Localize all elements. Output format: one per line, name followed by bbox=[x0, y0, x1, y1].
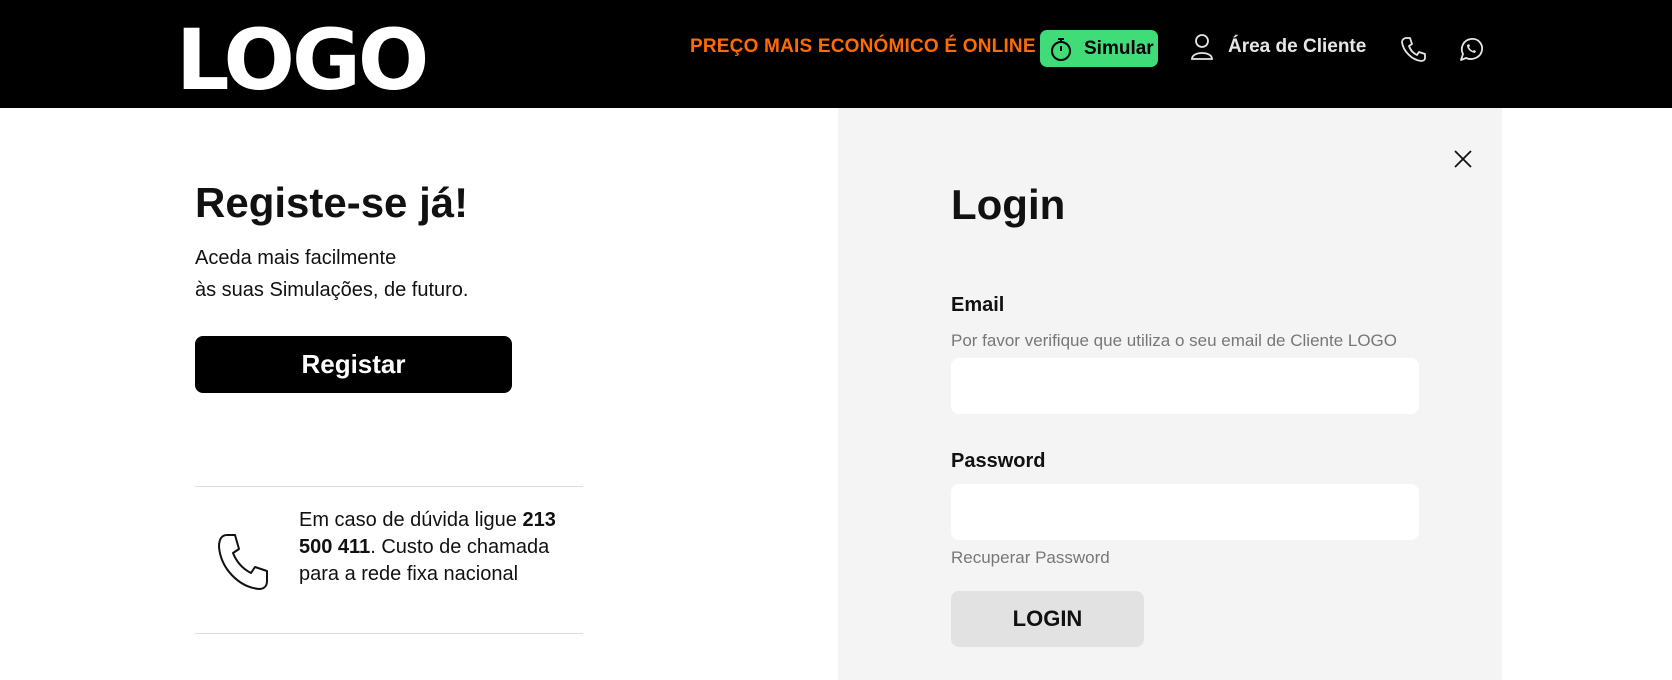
register-subtitle-line1: Aceda mais facilmente bbox=[195, 247, 397, 270]
area-cliente-link[interactable]: Área de Cliente bbox=[1190, 33, 1366, 61]
stopwatch-icon bbox=[1048, 36, 1074, 62]
register-subtitle-line2: às suas Simulações, de futuro. bbox=[195, 279, 469, 302]
help-box: Em caso de dúvida ligue 213 500 411. Cus… bbox=[195, 486, 583, 634]
help-text: Em caso de dúvida ligue 213 500 411. Cus… bbox=[299, 507, 569, 588]
email-label: Email bbox=[951, 294, 1005, 316]
register-section: Registe-se já! Aceda mais facilmente às … bbox=[195, 179, 469, 306]
top-navigation-bar: LOGO PREÇO MAIS ECONÓMICO É ONLINE Simul… bbox=[0, 0, 1672, 108]
login-button[interactable]: LOGIN bbox=[951, 591, 1144, 647]
email-field[interactable] bbox=[951, 358, 1419, 414]
register-subtitle: Aceda mais facilmente às suas Simulações… bbox=[195, 242, 468, 306]
email-hint: Por favor verifique que utiliza o seu em… bbox=[951, 331, 1398, 350]
password-label: Password bbox=[951, 450, 1046, 472]
simular-label: Simular bbox=[1084, 37, 1154, 59]
promo-text: PREÇO MAIS ECONÓMICO É ONLINE bbox=[690, 36, 1036, 57]
close-icon[interactable] bbox=[1452, 148, 1474, 170]
login-title: Login bbox=[951, 181, 1066, 228]
recover-password-link[interactable]: Recuperar Password bbox=[951, 548, 1110, 568]
area-cliente-label: Área de Cliente bbox=[1228, 36, 1367, 57]
registar-button[interactable]: Registar bbox=[195, 336, 512, 393]
simular-button[interactable]: Simular bbox=[1040, 30, 1158, 67]
phone-icon[interactable] bbox=[1399, 34, 1429, 64]
phone-icon bbox=[213, 529, 273, 595]
password-field[interactable] bbox=[951, 484, 1419, 540]
user-icon bbox=[1190, 33, 1214, 61]
whatsapp-icon[interactable] bbox=[1456, 34, 1486, 64]
help-text-before: Em caso de dúvida ligue bbox=[299, 509, 523, 531]
logo[interactable]: LOGO bbox=[176, 18, 429, 102]
register-title: Registe-se já! bbox=[195, 179, 469, 226]
